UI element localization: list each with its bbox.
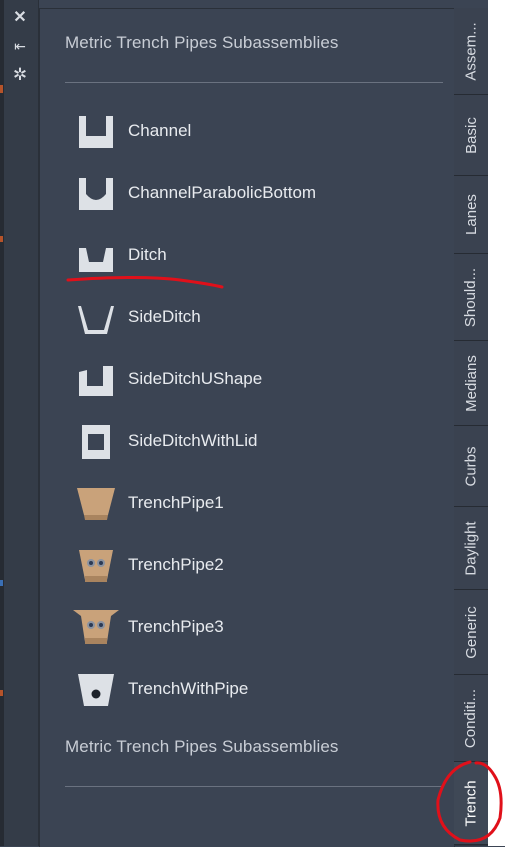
tool-item-label: TrenchPipe2 (128, 555, 224, 574)
tool-item-label: ChannelParabolicBottom (128, 183, 317, 202)
tool-item-label: TrenchPipe3 (128, 617, 224, 636)
trench-pipe2-icon (79, 550, 113, 582)
palette-tabs: Assem... Basic Lanes Should... Medians C… (454, 8, 488, 846)
edge-mark (0, 580, 3, 586)
tool-item-label: TrenchPipe1 (128, 493, 224, 512)
tab-label: Basic (462, 116, 480, 154)
tab-trench[interactable]: Trench (454, 762, 488, 845)
tab-shoulders[interactable]: Should... (454, 254, 488, 341)
tab-label: Medians (462, 354, 480, 412)
tab-lanes[interactable]: Lanes (454, 176, 488, 254)
tab-label: Lanes (462, 194, 480, 235)
tab-label: Curbs (462, 445, 480, 487)
tab-conditional[interactable]: Conditi... (454, 675, 488, 762)
tool-item-trench-with-pipe[interactable]: TrenchWithPipe (40, 661, 452, 717)
section-divider (65, 82, 443, 83)
tool-item-label: SideDitchUShape (128, 369, 263, 388)
tool-item-label: Channel (128, 121, 192, 140)
tab-label: Assem... (462, 21, 480, 81)
channel-parabolic-bottom-icon (79, 178, 113, 210)
tool-item-side-ditch[interactable]: SideDitch (40, 289, 452, 345)
tab-daylight[interactable]: Daylight (454, 507, 488, 590)
tool-item-side-ditch-with-lid[interactable]: SideDitchWithLid (40, 413, 452, 469)
tab-basic[interactable]: Basic (454, 95, 488, 176)
tool-item-side-ditch-ushape[interactable]: SideDitchUShape (40, 351, 452, 407)
side-ditch-icon (78, 306, 114, 334)
side-ditch-with-lid-icon (82, 425, 110, 459)
tab-curbs[interactable]: Curbs (454, 426, 488, 507)
tab-label: Generic (462, 605, 480, 659)
footer-title: Metric Trench Pipes Subassemblies (65, 737, 339, 756)
tool-item-channel-parabolic-bottom[interactable]: ChannelParabolicBottom (40, 165, 452, 221)
tool-item-label: TrenchWithPipe (128, 679, 249, 698)
settings-icon[interactable]: ✲ (9, 64, 31, 86)
tool-item-trench-pipe3[interactable]: TrenchPipe3 (40, 599, 452, 655)
palette-toolbar: ✕ ⇤ ✲ (4, 0, 39, 846)
window-background (488, 0, 505, 846)
trench-pipe1-icon (77, 488, 115, 520)
ditch-icon (79, 248, 113, 272)
tab-assemblies[interactable]: Assem... (454, 8, 488, 95)
footer-divider (65, 786, 443, 787)
tool-item-trench-pipe2[interactable]: TrenchPipe2 (40, 537, 452, 593)
tab-label: Daylight (462, 520, 480, 576)
channel-icon (79, 116, 113, 148)
tab-label: Should... (462, 267, 480, 327)
tool-item-ditch[interactable]: Ditch (40, 227, 452, 283)
trench-with-pipe-icon (78, 674, 114, 706)
close-icon[interactable]: ✕ (9, 6, 31, 28)
side-ditch-ushape-icon (79, 366, 113, 396)
trench-pipe3-icon (73, 610, 119, 644)
edge-mark (0, 236, 3, 242)
pin-icon[interactable]: ⇤ (9, 35, 31, 57)
tool-item-label: Ditch (128, 245, 167, 264)
tool-item-label: SideDitchWithLid (128, 431, 258, 450)
edge-mark (0, 85, 3, 93)
tab-label: Trench (462, 779, 480, 827)
edge-mark (0, 690, 3, 696)
tool-palette-panel: Metric Trench Pipes Subassemblies Channe… (39, 8, 455, 847)
tab-generic[interactable]: Generic (454, 590, 488, 675)
tool-item-channel[interactable]: Channel (40, 103, 452, 159)
tool-item-label: SideDitch (128, 307, 201, 326)
tool-item-trench-pipe1[interactable]: TrenchPipe1 (40, 475, 452, 531)
section-title: Metric Trench Pipes Subassemblies (65, 33, 339, 52)
tab-label: Conditi... (462, 688, 480, 748)
tab-medians[interactable]: Medians (454, 341, 488, 426)
